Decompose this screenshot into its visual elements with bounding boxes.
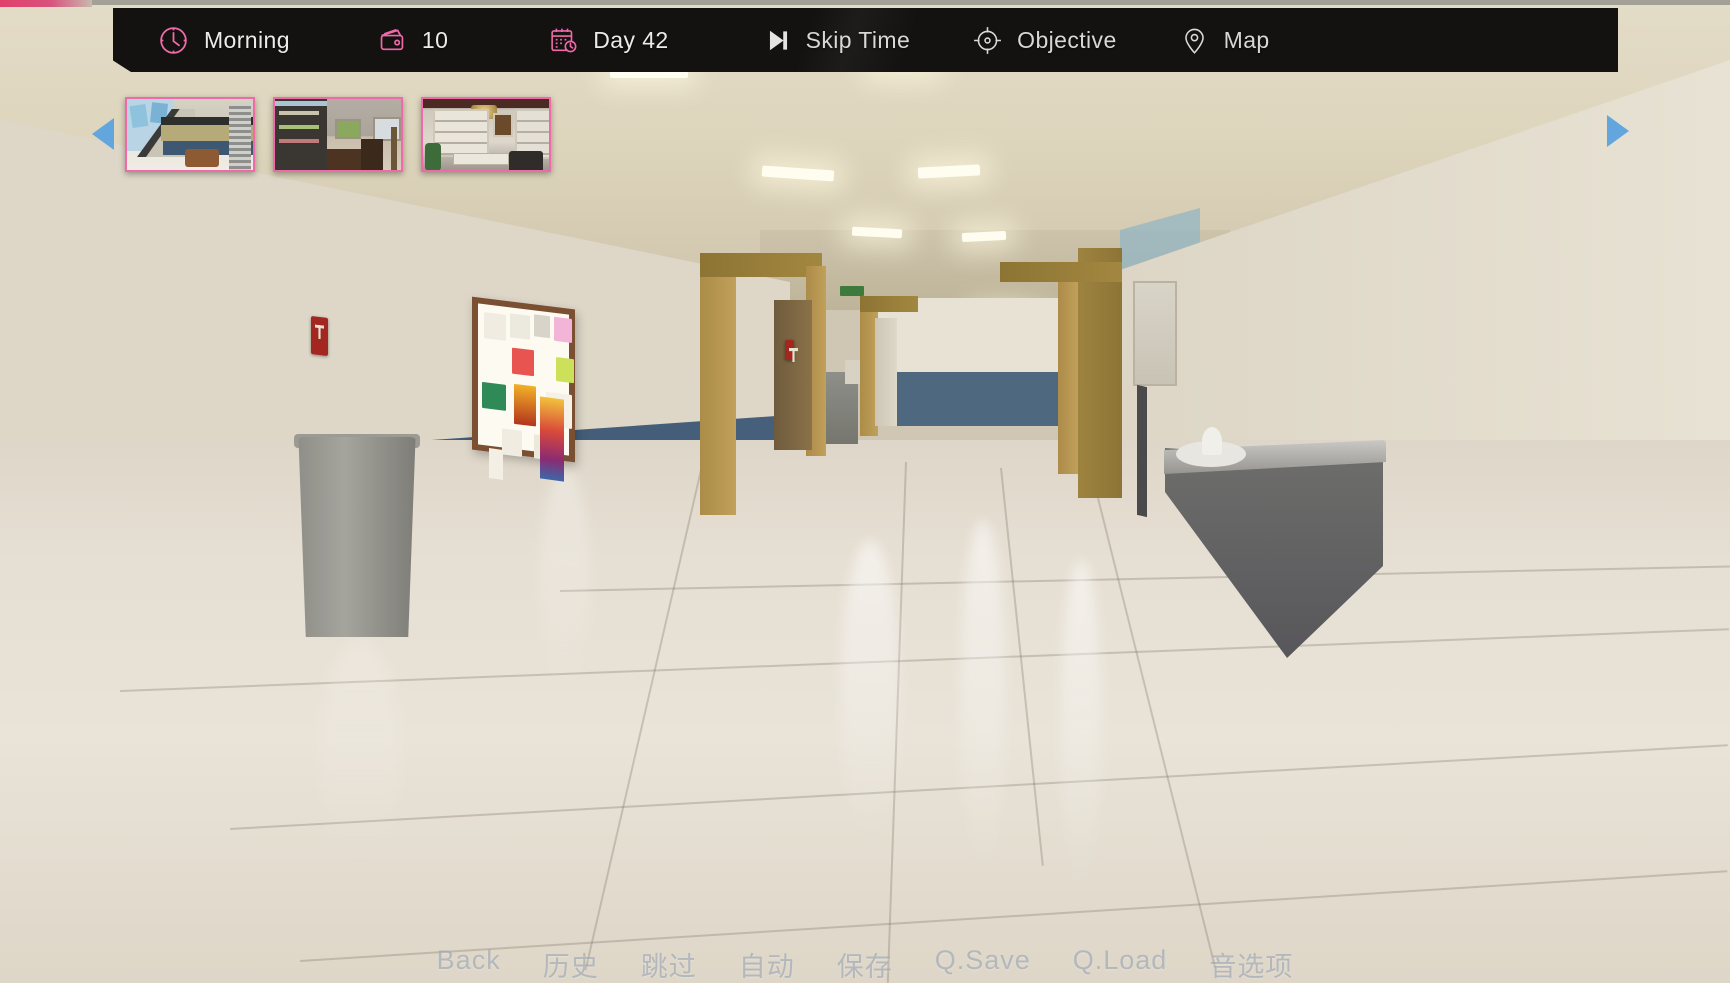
wall-post [1137,384,1147,518]
menu-quick-load[interactable]: Q.Load [1073,945,1168,976]
menu-options[interactable]: 音选项 [1209,945,1293,983]
location-prev-arrow[interactable] [92,118,114,150]
thumb-window [335,119,361,139]
top-left-pink-edge [0,0,92,7]
thumb-shelf [279,111,319,115]
menu-skip[interactable]: 跳过 [641,945,697,983]
thumb-cabinet [361,139,383,170]
thumb-office-chair [509,151,543,170]
thumb-light [275,101,327,106]
hallway-door [774,300,812,450]
hud-map-button[interactable]: Map [1179,8,1270,72]
money-label: 10 [421,26,449,53]
menu-history[interactable]: 历史 [543,945,599,983]
wallet-icon [377,25,408,56]
window-top-edge [0,0,1730,5]
objective-label: Objective [1017,26,1117,53]
thumb-instrument [391,127,397,170]
bottom-menu-bar: Back 历史 跳过 自动 保存 Q.Save Q.Load 音选项 [0,943,1730,983]
thumb-banner [129,103,149,129]
time-of-day-label: Morning [204,26,290,53]
hanging-flyer [489,448,503,480]
location-next-arrow[interactable] [1607,115,1629,147]
corridor-header-right [1000,262,1122,282]
menu-auto[interactable]: 自动 [739,945,795,983]
bulletin-note [502,428,522,457]
bulletin-note [554,316,572,343]
hud-objective-button[interactable]: Objective [972,8,1116,72]
floor-reflection [960,520,1006,880]
corridor-pillar-right [1058,262,1078,474]
thumb-bookcase [433,109,489,157]
far-corridor-wainscot [878,372,1060,426]
hud-money: 10 [377,8,448,72]
bulletin-note [514,383,536,427]
corridor-pillar-right-outer [1078,248,1122,498]
bulletin-note [512,347,534,377]
bulletin-note [510,313,530,340]
exit-sign [840,286,864,296]
game-screen: Morning 10 Day 42 Skip Time Objective Ma… [0,0,1730,983]
calendar-icon [548,25,579,56]
hanging-posters [540,396,564,482]
menu-quick-save[interactable]: Q.Save [935,945,1031,976]
menu-save[interactable]: 保存 [837,945,893,983]
floor-reflection [540,470,590,690]
thumb-desk [453,153,509,165]
clock-icon [157,24,190,57]
bulletin-note [556,356,574,384]
skip-icon [765,27,792,54]
corridor-header-mid [860,296,918,312]
skip-time-label: Skip Time [805,26,911,53]
menu-back[interactable]: Back [437,945,501,976]
target-icon [972,25,1003,56]
thumb-shelf-unit [275,99,327,170]
thumb-ladder [229,103,251,170]
thumb-plant [425,143,441,170]
map-label: Map [1223,26,1270,53]
status-hud-bar: Morning 10 Day 42 Skip Time Objective Ma… [113,8,1618,72]
school-atrium-thumbnail[interactable] [125,97,255,172]
fire-alarm-pull-station [785,340,794,360]
floor-reflection [840,540,900,850]
study-office-thumbnail[interactable] [421,97,551,172]
corridor-header-left [700,253,822,277]
hud-time-of-day: Morning [157,8,290,72]
day-counter-label: Day 42 [593,26,669,53]
hallway-door-far [875,318,897,426]
map-pin-icon [1179,25,1210,56]
bulletin-note [484,312,506,341]
hud-skip-time-button[interactable]: Skip Time [765,8,911,72]
floor-reflection [320,640,400,870]
bulletin-note [482,381,506,411]
bulletin-note [534,314,550,339]
floor-reflection [1060,560,1102,890]
corridor-pillar-left [700,253,736,515]
thumb-planter [185,149,219,167]
hud-day-counter: Day 42 [548,8,668,72]
thumb-shelf [279,125,319,129]
fire-extinguisher-box [311,315,328,357]
drinking-fountain-spout [1202,427,1222,455]
wall-panel [1133,281,1177,386]
thumb-shelf [279,139,319,143]
thumb-framed-art [493,113,513,137]
location-thumbnail-strip [125,97,551,172]
trash-can [298,437,416,637]
dining-room-thumbnail[interactable] [273,97,403,172]
